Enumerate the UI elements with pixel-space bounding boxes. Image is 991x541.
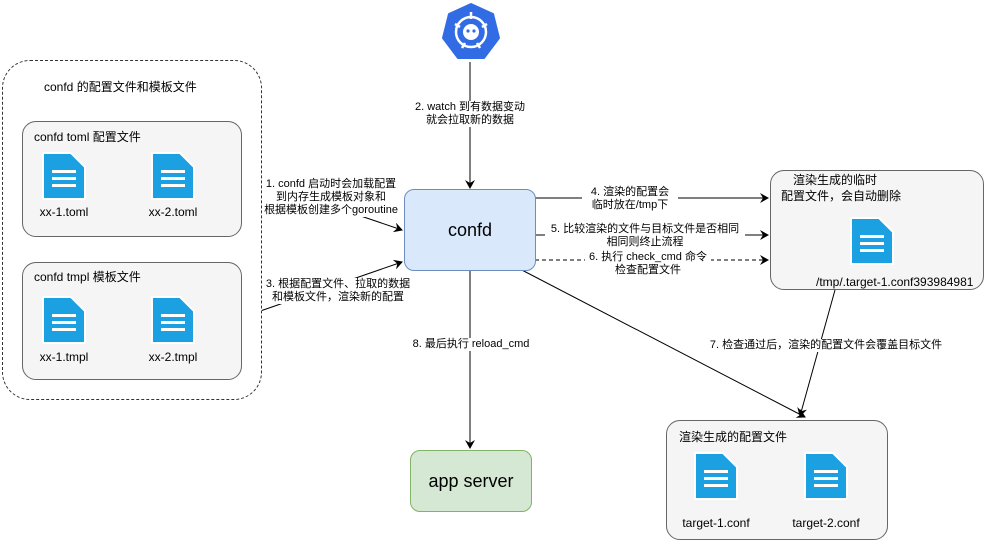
edge-label-4: 4. 渲染的配置会 临时放在/tmp下 (582, 186, 678, 212)
toml-panel-title: confd toml 配置文件 (34, 130, 141, 144)
edge-label-line: 2. watch 到有数据变动 (414, 101, 526, 113)
edge-label-line: 临时放在/tmp下 (591, 199, 669, 211)
edge-label-line: 6. 执行 check_cmd 命令 (589, 251, 707, 263)
temp-panel-title-line1: 渲染生成的临时 (793, 173, 878, 187)
edge-label-line: 就会拉取新的数据 (426, 114, 514, 126)
file-label: target-1.conf (682, 516, 750, 530)
edge-label-5: 5. 比较渲染的文件与目标文件是否相同 相同则终止流程 (545, 223, 745, 249)
edge-label-line: 相同则终止流程 (606, 236, 684, 248)
edge-overwrite (797, 289, 836, 417)
edge-label-8: 8. 最后执行 reload_cmd (410, 338, 532, 351)
file-label: xx-2.tmpl (148, 350, 198, 364)
target-panel-title: 渲染生成的配置文件 (679, 430, 788, 444)
edge-label-1: 1. confd 启动时会加载配置 到内存生成模板对象和 根据模板创建多个gor… (262, 178, 400, 217)
edge-label-line: 5. 比较渲染的文件与目标文件是否相同 (550, 223, 740, 235)
edge-label-line: 和模板文件，渲染新的配置 (272, 291, 404, 303)
edge-label-line: 到内存生成模板对象和 (276, 191, 386, 203)
edge-label-6: 6. 执行 check_cmd 命令 检查配置文件 (585, 251, 711, 277)
tmpl-panel-title: confd tmpl 模板文件 (34, 270, 141, 284)
document-icon (802, 450, 850, 502)
edge-label-line: 8. 最后执行 reload_cmd (412, 338, 530, 350)
edge-label-line: 1. confd 启动时会加载配置 (265, 178, 397, 190)
edge-label-line: 3. 根据配置文件、拉取的数据 (265, 278, 411, 290)
document-icon (692, 450, 740, 502)
edge-label-line: 7. 检查通过后，渲染的配置文件会覆盖目标文件 (709, 339, 943, 351)
edge-label-line: 根据模板创建多个goroutine (264, 204, 398, 216)
document-icon (40, 294, 88, 346)
temp-file-label: /tmp/.target-1.conf393984981 (816, 275, 974, 289)
confd-node: confd (404, 189, 536, 271)
edge-label-2: 2. watch 到有数据变动 就会拉取新的数据 (402, 101, 538, 127)
kubernetes-helm-icon (441, 2, 501, 62)
file-label: xx-2.toml (148, 205, 198, 219)
file-label: target-2.conf (792, 516, 860, 530)
document-icon (149, 150, 197, 202)
edge-label-line: 检查配置文件 (615, 264, 681, 276)
temp-panel-title-line2: 配置文件，会自动删除 (781, 189, 902, 203)
file-label: xx-1.toml (39, 205, 89, 219)
document-icon (149, 294, 197, 346)
edge-label-3: 3. 根据配置文件、拉取的数据 和模板文件，渲染新的配置 (262, 278, 414, 304)
document-icon (848, 215, 896, 267)
document-icon (40, 150, 88, 202)
confd-files-group-title: confd 的配置文件和模板文件 (44, 80, 197, 94)
app-server-node: app server (410, 450, 532, 512)
file-label: xx-1.tmpl (39, 350, 89, 364)
edge-label-line: 4. 渲染的配置会 (590, 186, 670, 198)
edge-label-7: 7. 检查通过后，渲染的配置文件会覆盖目标文件 (706, 339, 946, 352)
